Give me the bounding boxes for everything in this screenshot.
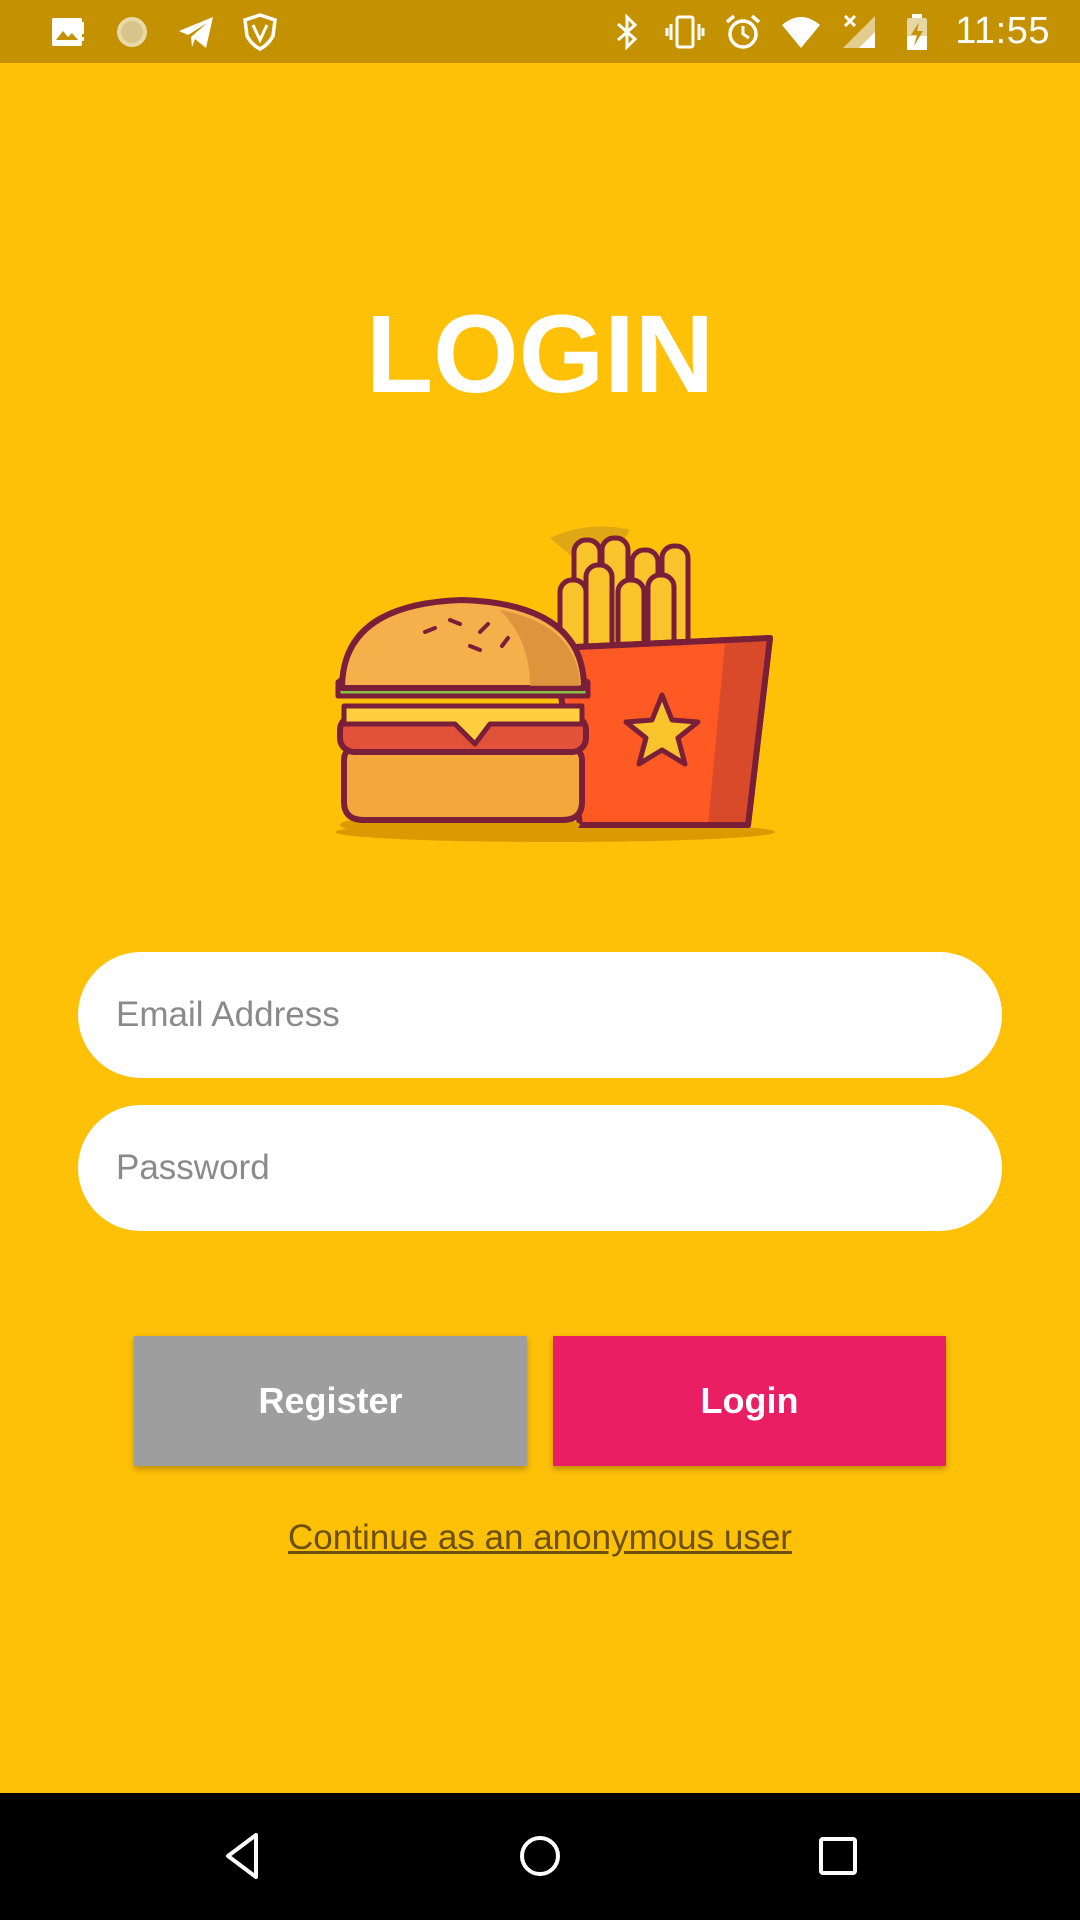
- shield-icon: [240, 12, 280, 52]
- register-button[interactable]: Register: [134, 1336, 527, 1466]
- page-title: LOGIN: [365, 293, 715, 416]
- wifi-icon: [781, 12, 821, 52]
- sun-notification-icon: [112, 12, 152, 52]
- cellular-no-signal-icon: [839, 12, 879, 52]
- status-bar-notifications: [48, 12, 280, 52]
- back-icon[interactable]: [210, 1823, 276, 1889]
- continue-anonymous-link[interactable]: Continue as an anonymous user: [0, 1518, 1080, 1558]
- password-field[interactable]: [78, 1105, 1002, 1231]
- recents-icon[interactable]: [805, 1823, 871, 1889]
- alarm-icon: [723, 12, 763, 52]
- burger-fries-illustration: [330, 520, 780, 855]
- home-icon[interactable]: [507, 1823, 573, 1889]
- vibrate-icon: [665, 12, 705, 52]
- image-notification-icon: [48, 12, 88, 52]
- status-bar-system: 11:55: [607, 10, 1050, 53]
- telegram-icon: [176, 12, 216, 52]
- bluetooth-icon: [607, 12, 647, 52]
- email-field[interactable]: [78, 952, 1002, 1078]
- navigation-bar: [0, 1793, 1080, 1920]
- status-time: 11:55: [955, 10, 1050, 52]
- status-bar: 11:55: [0, 0, 1080, 63]
- login-button[interactable]: Login: [553, 1336, 946, 1466]
- battery-charging-icon: [897, 12, 937, 52]
